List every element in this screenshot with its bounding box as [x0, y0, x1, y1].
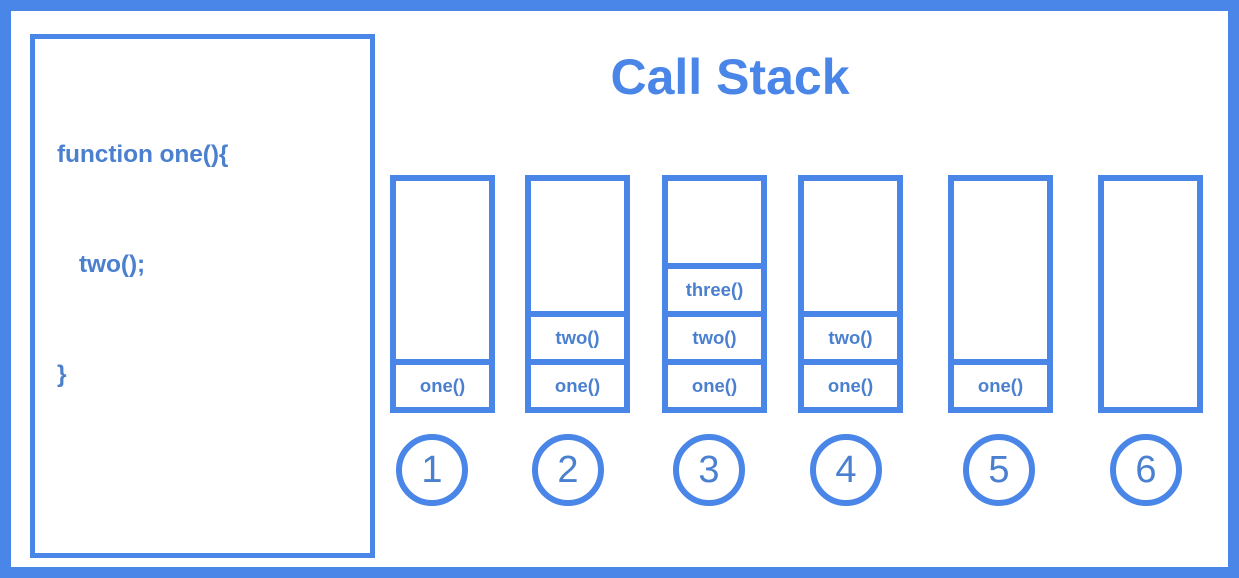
stack-empty-space: [531, 181, 624, 311]
stack-column-6: [1098, 175, 1203, 413]
step-number-4: 4: [810, 434, 882, 506]
stack-frame: one(): [531, 359, 624, 407]
step-numbers-group: 1234 5 6: [0, 434, 1239, 512]
stack-empty-space: [396, 181, 489, 359]
step-number-2: 2: [532, 434, 604, 506]
step-number-1: 1: [396, 434, 468, 506]
call-stack-diagram: function one(){ two(); } function two() …: [0, 0, 1239, 578]
stack-empty-space: [1104, 181, 1197, 407]
stack-frame: one(): [396, 359, 489, 407]
stack-empty-space: [668, 181, 761, 263]
page-title: Call Stack: [610, 49, 850, 105]
stack-frame: one(): [954, 359, 1047, 407]
stack-frame: one(): [804, 359, 897, 407]
code-line: function one(){: [57, 140, 229, 168]
stack-frame: two(): [531, 311, 624, 359]
stack-column-2: two() one(): [525, 175, 630, 413]
stack-column-1: one(): [390, 175, 495, 413]
stack-frame: two(): [668, 311, 761, 359]
stack-frame: one(): [668, 359, 761, 407]
stack-column-4: two() one(): [798, 175, 903, 413]
stack-column-3: three() two() one(): [662, 175, 767, 413]
stack-column-5: one(): [948, 175, 1053, 413]
step-number-6: 6: [1110, 434, 1182, 506]
stack-empty-space: [804, 181, 897, 311]
stack-frame: three(): [668, 263, 761, 311]
stack-empty-space: [954, 181, 1047, 359]
step-number-5: 5: [963, 434, 1035, 506]
step-number-3: 3: [673, 434, 745, 506]
stack-columns-group: one() two() one() three() two() one() two() one…: [0, 175, 1239, 415]
stack-frame: two(): [804, 311, 897, 359]
